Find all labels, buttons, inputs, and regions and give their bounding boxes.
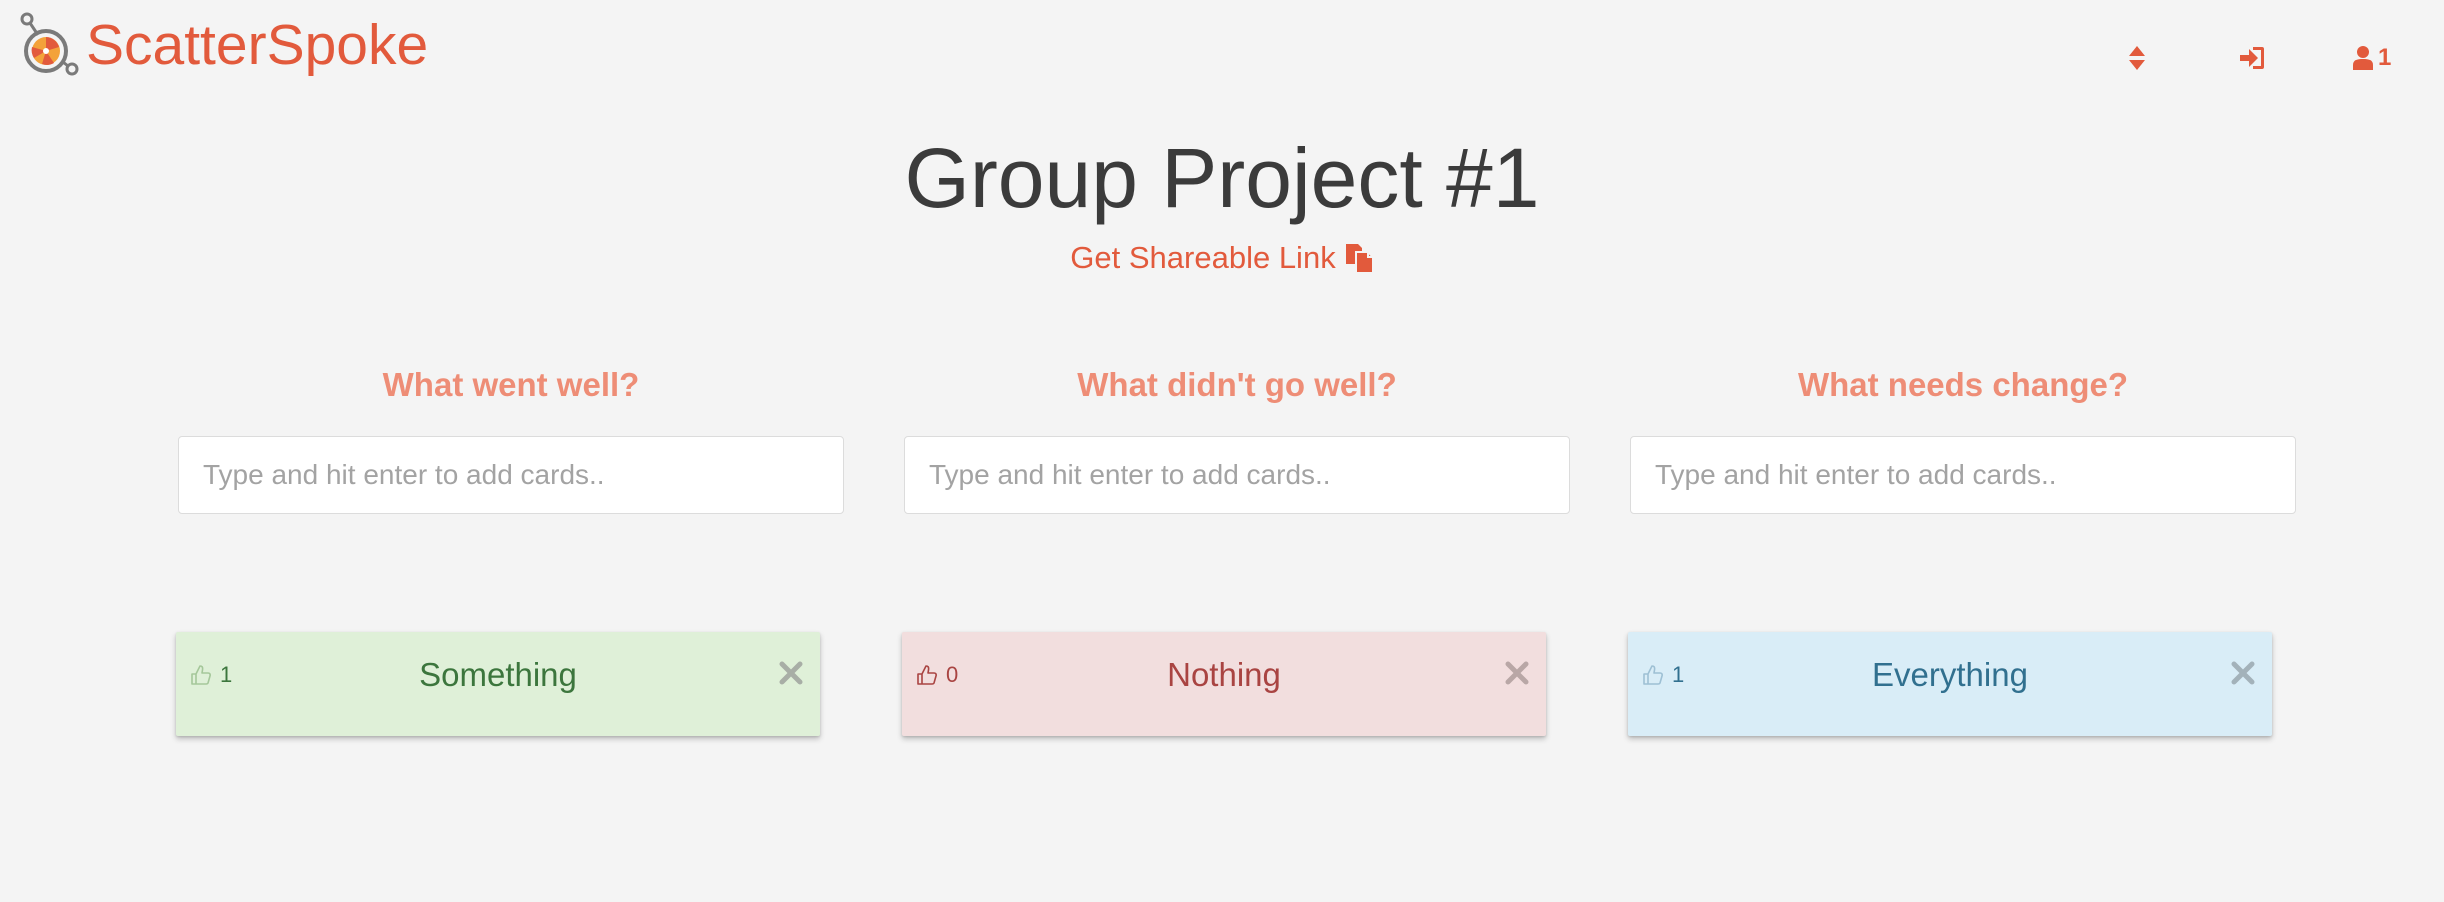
board-title: Group Project #1: [904, 131, 1540, 225]
column-heading: What didn't go well?: [1077, 366, 1397, 403]
close-icon[interactable]: [776, 658, 806, 688]
column-heading: What went well?: [382, 366, 640, 403]
thumbs-up-outline-icon: [1643, 665, 1663, 685]
share-link-container: Get Shareable Link: [0, 236, 2444, 280]
column-went-well: What went well? 1 Something: [176, 360, 844, 736]
like-count: 1: [220, 662, 233, 687]
sign-in-button[interactable]: [2238, 40, 2266, 76]
brand-link[interactable]: ScatterSpoke: [16, 10, 428, 80]
close-icon[interactable]: [2228, 658, 2258, 688]
navbar: ScatterSpoke 1: [0, 0, 2444, 100]
column-needs-change: What needs change? 1 Everything: [1628, 360, 2296, 736]
user-count-button[interactable]: 1: [2352, 40, 2391, 76]
copy-icon: [1345, 244, 1374, 274]
sort-icon: [2129, 46, 2145, 70]
card-text: Something: [419, 656, 577, 693]
thumbs-up-outline-icon: [191, 665, 211, 685]
user-count: 1: [2378, 44, 2392, 71]
column-heading: What needs change?: [1797, 366, 2129, 403]
add-card-input[interactable]: [904, 436, 1570, 514]
close-icon[interactable]: [1502, 658, 1532, 688]
like-count: 0: [946, 662, 959, 687]
sign-in-icon: [2240, 47, 2264, 69]
user-icon: [2353, 46, 2373, 70]
card-text: Everything: [1872, 656, 2028, 693]
brand-name: ScatterSpoke: [86, 13, 429, 77]
scatterspoke-logo-icon: [20, 12, 79, 76]
sort-button[interactable]: [2128, 40, 2146, 76]
add-card-input[interactable]: [178, 436, 844, 514]
column-didnt-go-well: What didn't go well? 0 Nothing: [902, 360, 1570, 736]
thumbs-up-outline-icon: [917, 665, 937, 685]
like-button[interactable]: 1: [1642, 658, 1684, 692]
like-button[interactable]: 0: [916, 658, 958, 692]
like-button[interactable]: 1: [190, 658, 232, 692]
card-text: Nothing: [1167, 656, 1281, 693]
like-count: 1: [1672, 662, 1685, 687]
card: 0 Nothing: [902, 632, 1546, 736]
add-card-input[interactable]: [1630, 436, 2296, 514]
share-link-label: Get Shareable Link: [1070, 240, 1336, 275]
card: 1 Everything: [1628, 632, 2272, 736]
get-shareable-link[interactable]: Get Shareable Link: [1070, 236, 1374, 280]
card: 1 Something: [176, 632, 820, 736]
